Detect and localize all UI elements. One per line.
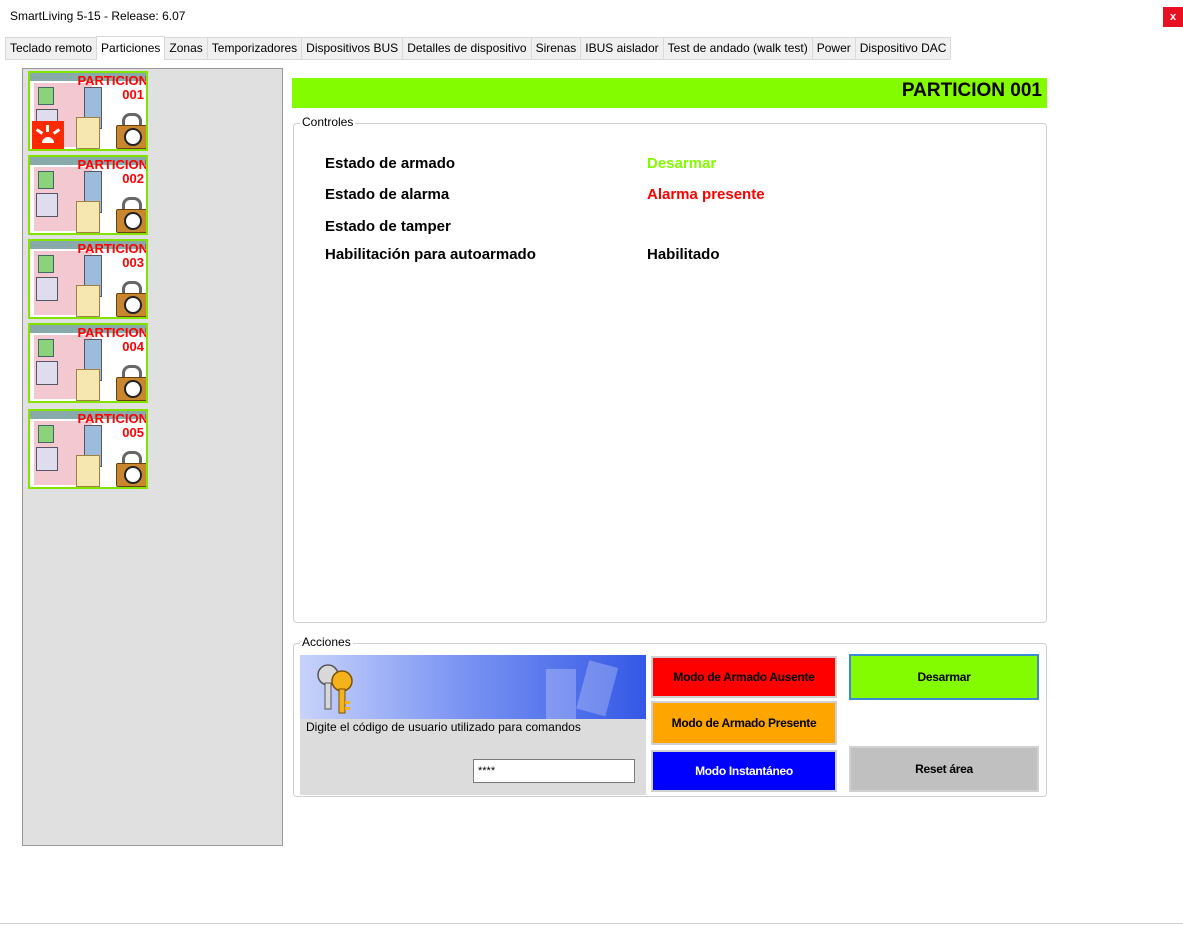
modo-instantaneo-button[interactable]: Modo Instantáneo — [651, 750, 837, 792]
modo-armado-presente-button[interactable]: Modo de Armado Presente — [651, 701, 837, 745]
code-prompt: Digite el código de usuario utilizado pa… — [306, 720, 581, 734]
title-bar: SmartLiving 5-15 - Release: 6.07 x — [0, 0, 1183, 34]
tab-particiones[interactable]: Particiones — [96, 36, 166, 60]
clock-icon — [124, 296, 142, 314]
partition-card-001[interactable]: PARTICION 001 — [28, 71, 148, 151]
partition-card-002[interactable]: PARTICION 002 — [28, 155, 148, 235]
tab-walk-test[interactable]: Test de andado (walk test) — [662, 37, 813, 59]
estado-armado-label: Estado de armado — [325, 155, 456, 172]
autoarmado-value: Habilitado — [647, 246, 720, 263]
partition-label: PARTICION 005 — [77, 411, 148, 440]
estado-tamper-label: Estado de tamper — [325, 218, 451, 235]
tab-detalles-dispositivo[interactable]: Detalles de dispositivo — [402, 37, 532, 59]
tab-zonas[interactable]: Zonas — [164, 37, 208, 59]
partition-label: PARTICION 003 — [77, 241, 148, 270]
user-code-panel: Digite el código de usuario utilizado pa… — [300, 655, 646, 795]
lock-icon — [116, 451, 146, 487]
keys-icon — [317, 664, 353, 714]
desarmar-button[interactable]: Desarmar — [849, 654, 1039, 700]
tab-power[interactable]: Power — [811, 37, 856, 59]
tab-ibus-aislador[interactable]: IBUS aislador — [580, 37, 664, 59]
estado-armado-value: Desarmar — [647, 155, 717, 172]
lock-icon — [116, 281, 146, 317]
tab-dispositivo-dac[interactable]: Dispositivo DAC — [854, 37, 952, 59]
tab-temporizadores[interactable]: Temporizadores — [206, 37, 303, 59]
close-icon: x — [1169, 11, 1177, 23]
partition-card-005[interactable]: PARTICION 005 — [28, 409, 148, 489]
partition-header: PARTICION 001 — [292, 78, 1047, 108]
partition-card-003[interactable]: PARTICION 003 — [28, 239, 148, 319]
partition-label: PARTICION 002 — [77, 157, 148, 186]
partition-label: PARTICION 001 — [77, 73, 148, 102]
tab-sirenas[interactable]: Sirenas — [530, 37, 582, 59]
tab-dispositivos-bus[interactable]: Dispositivos BUS — [301, 37, 404, 59]
controles-legend: Controles — [300, 115, 356, 129]
lock-icon — [116, 113, 146, 149]
partition-list: PARTICION 001 PARTICION 002 PARTICION 003 P… — [22, 68, 283, 846]
window-title: SmartLiving 5-15 - Release: 6.07 — [10, 9, 186, 23]
modo-armado-ausente-button[interactable]: Modo de Armado Ausente — [651, 656, 837, 698]
user-code-input[interactable] — [473, 759, 635, 783]
clock-icon — [124, 128, 142, 146]
clock-icon — [124, 380, 142, 398]
alarm-siren-icon — [32, 121, 64, 149]
acciones-legend: Acciones — [300, 635, 353, 649]
page-title: PARTICION 001 — [901, 80, 1042, 101]
estado-alarma-label: Estado de alarma — [325, 186, 450, 203]
clock-icon — [124, 466, 142, 484]
clock-icon — [124, 212, 142, 230]
autoarmado-label: Habilitación para autoarmado — [325, 246, 536, 263]
keys-banner — [300, 655, 646, 719]
reset-area-button[interactable]: Reset área — [849, 746, 1039, 792]
partition-label: PARTICION 004 — [77, 325, 148, 354]
tab-bar: Teclado remoto Particiones Zonas Tempori… — [5, 36, 952, 60]
lock-icon — [116, 365, 146, 401]
close-button[interactable]: x — [1163, 7, 1183, 27]
tab-teclado-remoto[interactable]: Teclado remoto — [5, 37, 98, 59]
partition-card-004[interactable]: PARTICION 004 — [28, 323, 148, 403]
estado-alarma-value: Alarma presente — [647, 186, 765, 203]
status-divider — [0, 923, 1183, 924]
lock-icon — [116, 197, 146, 233]
keys-watermark-icon — [546, 660, 619, 719]
